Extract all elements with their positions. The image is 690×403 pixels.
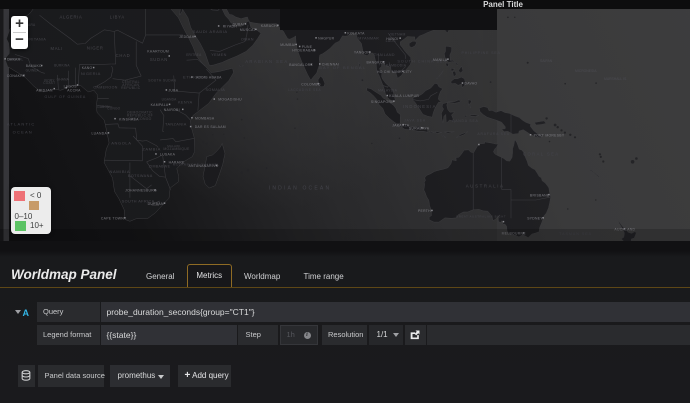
svg-text:GULF OF GUINEA: GULF OF GUINEA [45,95,87,99]
svg-text:CHENNAI: CHENNAI [322,63,339,67]
svg-text:BAMAKO: BAMAKO [26,64,42,68]
svg-text:SOMALIA: SOMALIA [205,88,225,92]
svg-text:HO CHI MINH CITY: HO CHI MINH CITY [377,70,412,74]
svg-text:LIBYA: LIBYA [110,14,125,19]
svg-text:MICRONESIA: MICRONESIA [575,69,597,73]
svg-text:TANZANIA: TANZANIA [165,122,187,126]
svg-text:DAKAR: DAKAR [7,58,20,62]
svg-text:COAST: COAST [43,81,55,85]
svg-text:ERITREA: ERITREA [186,53,202,57]
svg-text:MUMBAI: MUMBAI [280,43,295,47]
svg-text:COLOMBO: COLOMBO [301,82,320,86]
svg-text:ABIDJAN: ABIDJAN [36,88,53,92]
svg-text:ZIMBABWE: ZIMBABWE [149,165,171,169]
svg-text:SURABAYA: SURABAYA [409,126,430,130]
svg-text:ALGERIA: ALGERIA [59,14,82,19]
svg-text:SYDNEY: SYDNEY [527,217,543,221]
svg-text:MYANMAR: MYANMAR [358,37,379,41]
svg-text:LACCADIVE SEA: LACCADIVE SEA [288,88,321,92]
svg-text:ARAFURA SEA: ARAFURA SEA [477,132,510,136]
svg-text:SAUDI ARABIA: SAUDI ARABIA [193,29,228,34]
svg-text:GREAT AUSTRALIAN BIGHT: GREAT AUSTRALIAN BIGHT [456,215,506,219]
svg-text:BANGKOK: BANGKOK [367,60,386,64]
svg-text:NIGER: NIGER [87,46,104,51]
svg-text:KAMPALA: KAMPALA [151,103,169,107]
svg-text:BANDA SEA: BANDA SEA [452,119,478,123]
svg-text:JAKARTA: JAKARTA [392,123,409,127]
svg-text:NAIROBI: NAIROBI [164,108,180,112]
svg-text:ANTANANARIVO: ANTANANARIVO [189,164,219,168]
svg-text:BURKINA: BURKINA [54,64,70,68]
svg-text:BRISBANE: BRISBANE [530,193,550,197]
svg-text:GUINEA: GUINEA [26,68,40,72]
svg-text:INDONESIA: INDONESIA [403,104,437,109]
svg-text:YEMEN: YEMEN [211,53,227,57]
svg-text:GHANA: GHANA [57,78,70,82]
svg-text:AUSTRALIA: AUSTRALIA [466,183,505,188]
svg-text:CONAKRY: CONAKRY [7,74,26,78]
svg-text:BANGALORE: BANGALORE [289,63,313,67]
svg-text:DAVAO: DAVAO [465,82,478,86]
svg-text:KARACHI: KARACHI [261,24,278,28]
svg-text:HYDERABAD: HYDERABAD [292,49,316,53]
svg-text:JAVA SEA: JAVA SEA [404,119,426,123]
svg-text:LAGOS: LAGOS [64,85,78,89]
svg-text:KUALA LUMPUR: KUALA LUMPUR [389,94,419,98]
svg-text:CAMEROON: CAMEROON [93,86,117,90]
svg-text:DUBAI: DUBAI [233,23,245,27]
svg-text:OCEAN: OCEAN [13,130,33,135]
svg-text:MARSHALL IS.: MARSHALL IS. [604,77,627,81]
svg-text:JEDDAH: JEDDAH [179,35,195,39]
svg-text:REPUBLIC: REPUBLIC [121,86,141,90]
svg-text:ADDIS ABABA: ADDIS ABABA [196,76,222,80]
svg-text:PERTH: PERTH [418,209,431,213]
svg-text:YANGON: YANGON [354,51,370,55]
svg-text:HANOI: HANOI [386,37,398,41]
svg-text:PORT MORESBY: PORT MORESBY [534,133,565,137]
svg-text:MALAYSIA: MALAYSIA [378,89,398,93]
svg-text:MOMBASA: MOMBASA [195,116,215,120]
svg-text:ANGOLA: ANGOLA [111,140,131,145]
svg-text:CAMBODIA: CAMBODIA [386,63,407,67]
svg-text:MALI: MALI [51,46,64,51]
svg-text:HARARE: HARARE [169,160,185,164]
svg-text:ACCRA: ACCRA [67,88,81,92]
svg-text:KHARTOUM: KHARTOUM [147,50,169,54]
svg-text:MOGADISHU: MOGADISHU [218,98,242,102]
svg-text:CAPE TOWN: CAPE TOWN [101,217,124,221]
svg-text:SINGAPORE: SINGAPORE [371,100,394,104]
svg-text:SUDAN: SUDAN [150,57,168,62]
svg-text:UGANDA: UGANDA [162,97,178,101]
svg-text:DAR ES SALAAM: DAR ES SALAAM [195,125,226,129]
svg-text:CONGO: CONGO [107,106,120,110]
svg-text:SOUTH SUDAN: SOUTH SUDAN [148,79,176,83]
svg-text:LUANDA: LUANDA [92,132,108,136]
svg-text:ATLANTIC: ATLANTIC [7,122,36,127]
svg-text:CHAD: CHAD [116,53,131,58]
svg-text:OMAN: OMAN [241,38,254,42]
svg-text:MANILA: MANILA [433,58,448,62]
svg-text:ARABIAN SEA: ARABIAN SEA [245,59,288,64]
svg-text:NAGPUR: NAGPUR [318,37,335,41]
svg-text:KANO: KANO [82,66,93,70]
svg-text:MALAWI: MALAWI [167,144,180,148]
svg-text:KINSHASA: KINSHASA [119,117,139,121]
svg-text:THAILAND: THAILAND [374,53,395,57]
svg-text:JUBA: JUBA [168,89,178,93]
svg-text:DURBAN: DURBAN [148,202,164,206]
svg-text:LUSAKA: LUSAKA [160,153,176,157]
svg-text:MUSCAT: MUSCAT [240,28,256,32]
svg-text:SAIPAN: SAIPAN [540,59,553,63]
svg-text:JOHANNESBURG: JOHANNESBURG [125,189,157,193]
svg-text:BOTSWANA: BOTSWANA [128,174,153,178]
svg-text:CORAL SEA: CORAL SEA [523,151,559,156]
svg-text:KOLKATA: KOLKATA [347,31,365,35]
svg-text:PHILIPPINE SEA: PHILIPPINE SEA [462,51,501,55]
svg-text:ZAMBIA: ZAMBIA [142,147,161,152]
svg-text:INDIAN OCEAN: INDIAN OCEAN [269,185,332,191]
svg-text:KENYA: KENYA [178,100,193,104]
svg-text:NIGERIA: NIGERIA [81,71,101,76]
